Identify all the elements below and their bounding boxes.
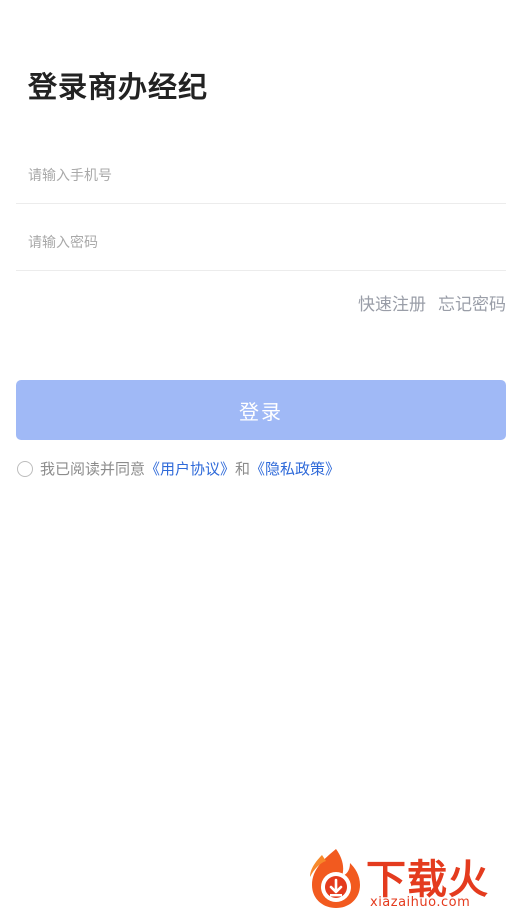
quick-register-link[interactable]: 快速注册 — [358, 290, 426, 315]
agreement-checkbox[interactable] — [17, 460, 33, 477]
login-button[interactable]: 登录 — [16, 380, 506, 440]
privacy-policy-link[interactable]: 《隐私政策》 — [250, 458, 340, 479]
watermark-logo: 下载火 xiazaihuo.com — [304, 845, 518, 913]
agreement-conjunction: 和 — [235, 460, 251, 478]
password-field-container — [16, 215, 506, 271]
user-agreement-link[interactable]: 《用户协议》 — [145, 458, 235, 479]
page-title: 登录商办经纪 — [28, 70, 209, 104]
agreement-row: 我已阅读并同意 《用户协议》 和 《隐私政策》 — [17, 458, 340, 479]
forgot-password-link[interactable]: 忘记密码 — [438, 290, 506, 315]
auth-links: 快速注册 忘记密码 — [358, 290, 506, 315]
phone-field-container — [16, 148, 506, 204]
login-page: 登录商办经纪 快速注册 忘记密码 登录 我已阅读并同意 《用户协议》 和 《隐私… — [0, 0, 524, 917]
agreement-prefix: 我已阅读并同意 — [40, 460, 146, 478]
flame-download-icon — [310, 849, 360, 908]
watermark-domain: xiazaihuo.com — [370, 895, 471, 910]
password-input[interactable] — [16, 215, 506, 270]
phone-input[interactable] — [16, 148, 506, 203]
